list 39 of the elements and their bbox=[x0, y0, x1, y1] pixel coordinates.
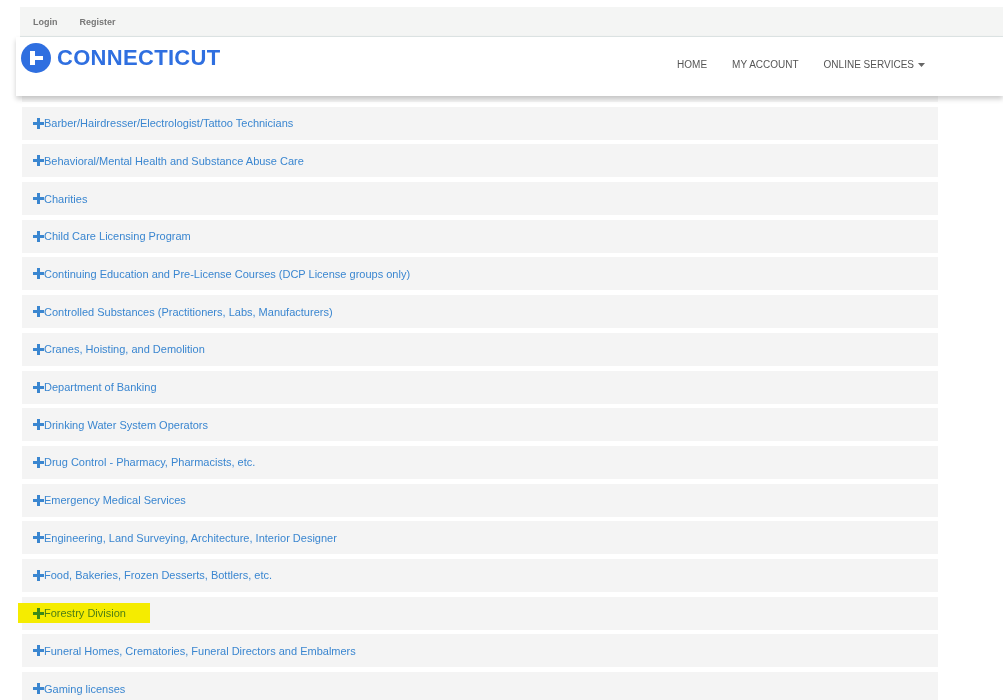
plus-icon bbox=[33, 645, 44, 657]
nav-link[interactable]: MY ACCOUNT bbox=[732, 59, 799, 70]
plus-icon bbox=[33, 117, 44, 129]
accordion-link[interactable]: Gaming licenses bbox=[33, 679, 126, 698]
accordion-link[interactable]: Drug Control - Pharmacy, Pharmacists, etc. bbox=[33, 453, 256, 472]
plus-icon bbox=[33, 494, 44, 506]
accordion-link[interactable]: Food, Bakeries, Frozen Desserts, Bottlers, etc. bbox=[33, 566, 273, 585]
top-link[interactable]: Register bbox=[79, 16, 116, 27]
plus-icon bbox=[33, 381, 44, 393]
accordion-link[interactable]: Behavioral/Mental Health and Substance Abuse Care bbox=[33, 151, 304, 170]
plus-icon bbox=[33, 193, 44, 205]
top-link[interactable]: Login bbox=[33, 16, 58, 27]
plus-icon bbox=[33, 532, 44, 544]
plus-icon bbox=[33, 419, 44, 431]
nav-link[interactable]: HOME bbox=[677, 59, 708, 70]
plus-icon bbox=[33, 607, 44, 619]
accordion-link[interactable]: Barber/Hairdresser/Electrologist/Tattoo Technicians bbox=[33, 114, 294, 133]
accordion-link[interactable]: Drinking Water System Operators bbox=[33, 415, 209, 434]
plus-icon bbox=[33, 306, 44, 318]
accordion-link[interactable]: Engineering, Land Surveying, Architecture, Interior Designer bbox=[33, 528, 337, 547]
accordion-link[interactable]: Charities bbox=[33, 189, 88, 208]
accordion-link[interactable]: Continuing Education and Pre-License Courses (DCP License groups only) bbox=[33, 264, 411, 283]
site-logo-text[interactable]: CONNECTICUT bbox=[57, 45, 221, 71]
accordion-link[interactable]: Emergency Medical Services bbox=[33, 491, 186, 510]
accordion-link[interactable]: Department of Banking bbox=[33, 378, 157, 396]
plus-icon bbox=[33, 456, 44, 468]
plus-icon bbox=[33, 268, 44, 280]
plus-icon bbox=[33, 155, 44, 167]
plus-icon bbox=[33, 683, 44, 694]
accordion-link[interactable]: Forestry Division bbox=[18, 603, 150, 624]
logo-icon bbox=[21, 43, 51, 73]
plus-icon bbox=[33, 230, 44, 242]
accordion-link[interactable]: Funeral Homes, Crematories, Funeral Directors and Embalmers bbox=[33, 641, 356, 660]
nav-link[interactable]: ONLINE SERVICES bbox=[823, 59, 925, 70]
plus-icon bbox=[33, 569, 44, 581]
plus-icon bbox=[33, 343, 44, 355]
accordion-link[interactable]: Child Care Licensing Program bbox=[33, 227, 191, 246]
accordion-link[interactable]: Controlled Substances (Practitioners, Labs, Manufacturers) bbox=[33, 302, 333, 321]
accordion-link[interactable]: Cranes, Hoisting, and Demolition bbox=[33, 340, 205, 359]
